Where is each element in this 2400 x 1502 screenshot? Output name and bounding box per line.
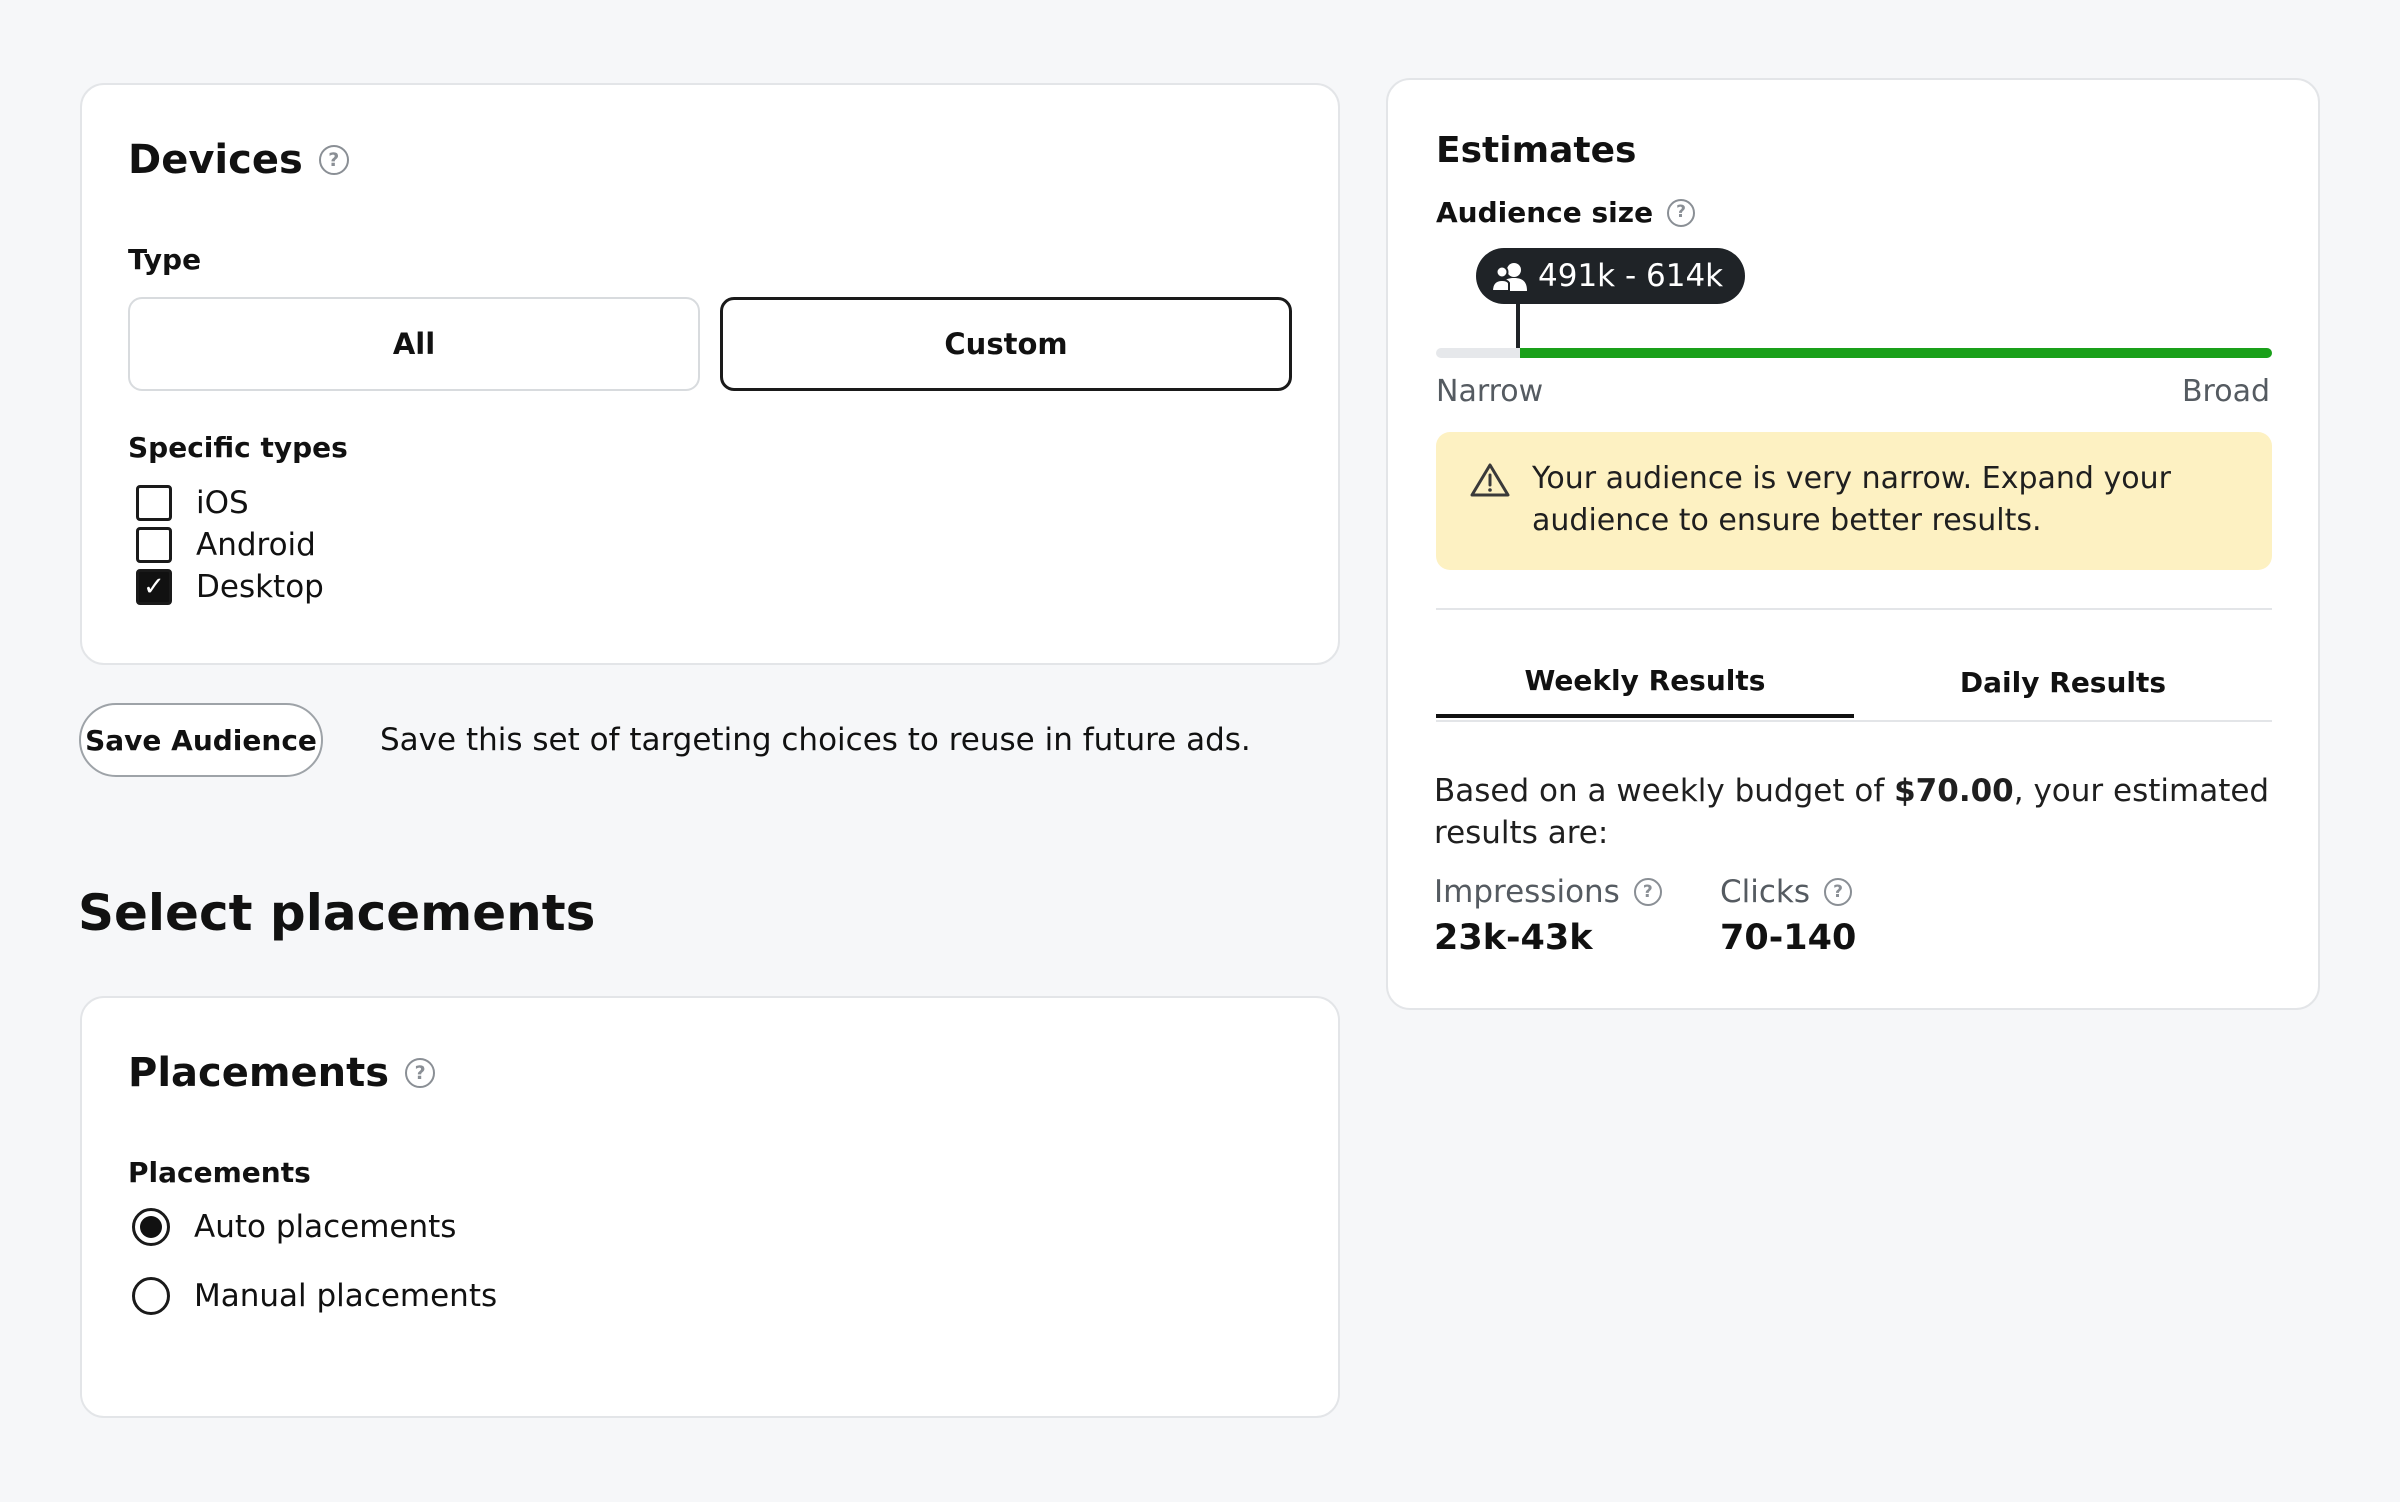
budget-suffix: , your estimated: [2013, 773, 2270, 809]
results-tabs: Weekly Results Daily Results: [1436, 646, 2272, 722]
tab-daily-results[interactable]: Daily Results: [1854, 646, 2272, 718]
devices-title-row: Devices ?: [128, 137, 349, 183]
type-all-button[interactable]: All: [128, 297, 700, 391]
impressions-label-row: Impressions ?: [1434, 874, 1662, 910]
android-checkbox[interactable]: [136, 527, 172, 563]
ios-checkbox-row[interactable]: iOS: [136, 485, 249, 521]
question-circle-icon[interactable]: ?: [1667, 198, 1696, 227]
metric-clicks: Clicks ? 70-140: [1720, 874, 1856, 958]
question-circle-icon[interactable]: ?: [1824, 878, 1853, 906]
type-custom-label: Custom: [944, 327, 1068, 361]
warning-line-1: Your audience is very narrow. Expand you…: [1532, 461, 2171, 496]
question-circle-icon[interactable]: ?: [1633, 878, 1662, 906]
android-label: Android: [196, 527, 316, 563]
desktop-label: Desktop: [196, 569, 324, 605]
save-audience-description: Save this set of targeting choices to re…: [380, 722, 1251, 758]
devices-title: Devices: [128, 137, 303, 183]
android-checkbox-row[interactable]: Android: [136, 527, 316, 563]
budget-prefix: Based on a weekly budget of: [1434, 773, 1895, 809]
manual-placements-option[interactable]: Manual placements: [132, 1277, 497, 1315]
warning-triangle-icon: [1470, 463, 1510, 497]
save-audience-label: Save Audience: [85, 723, 317, 757]
placements-title: Placements: [128, 1050, 390, 1096]
audience-warning-banner: Your audience is very narrow. Expand you…: [1436, 432, 2272, 570]
ios-checkbox[interactable]: [136, 485, 172, 521]
warning-text: Your audience is very narrow. Expand you…: [1532, 458, 2171, 542]
manual-placements-radio[interactable]: [132, 1277, 170, 1315]
tab-weekly-results[interactable]: Weekly Results: [1436, 646, 1854, 718]
save-audience-button[interactable]: Save Audience: [79, 703, 323, 777]
estimates-card: Estimates Audience size ? 491k - 614k Na…: [1386, 78, 2320, 1010]
select-placements-heading: Select placements: [78, 884, 596, 942]
tab-daily-label: Daily Results: [1959, 665, 2167, 699]
auto-placements-label: Auto placements: [194, 1209, 457, 1245]
meter-min-label: Narrow: [1436, 374, 1544, 409]
impressions-label: Impressions: [1434, 874, 1620, 910]
clicks-value: 70-140: [1720, 918, 1857, 958]
type-custom-button[interactable]: Custom: [720, 297, 1292, 391]
estimates-title: Estimates: [1436, 130, 1637, 171]
desktop-checkbox-row[interactable]: ✓ Desktop: [136, 569, 324, 605]
ios-label: iOS: [196, 485, 249, 521]
metric-impressions: Impressions ? 23k-43k: [1434, 874, 1662, 958]
desktop-checkbox[interactable]: ✓: [136, 569, 172, 605]
type-all-label: All: [392, 327, 436, 361]
users-icon: [1492, 263, 1527, 291]
audience-range-value: 491k - 614k: [1538, 258, 1724, 294]
warning-line-2: audience to ensure better results.: [1532, 503, 2042, 538]
placements-card: Placements ? Placements Auto placements …: [80, 996, 1340, 1418]
audience-meter-fill: [1519, 348, 2272, 358]
manual-placements-label: Manual placements: [194, 1278, 498, 1314]
specific-types-label: Specific types: [128, 431, 348, 464]
audience-size-label: Audience size: [1436, 196, 1654, 229]
type-label: Type: [128, 243, 202, 276]
budget-line-2: results are:: [1434, 815, 1609, 851]
question-circle-icon[interactable]: ?: [405, 1058, 436, 1088]
clicks-label-row: Clicks ?: [1720, 874, 1856, 910]
question-circle-icon[interactable]: ?: [318, 145, 349, 175]
budget-amount: $70.00: [1894, 773, 2014, 809]
placements-group-label: Placements: [128, 1156, 311, 1189]
meter-max-label: Broad: [2181, 374, 2270, 409]
checkmark-icon: ✓: [143, 572, 165, 602]
placements-title-row: Placements ?: [128, 1050, 436, 1096]
audience-size-row: Audience size ?: [1436, 196, 1696, 229]
budget-text: Based on a weekly budget of $70.00, your…: [1434, 770, 2269, 854]
tab-weekly-label: Weekly Results: [1524, 663, 1766, 697]
clicks-label: Clicks: [1720, 874, 1811, 910]
auto-placements-radio[interactable]: [132, 1208, 170, 1246]
budget-line-1: Based on a weekly budget of $70.00, your…: [1434, 770, 2269, 812]
devices-card: Devices ? Type All Custom Specific types…: [80, 83, 1340, 665]
audience-range-pill: 491k - 614k: [1476, 248, 1746, 304]
page-root: Devices ? Type All Custom Specific types…: [0, 0, 2400, 1502]
impressions-value: 23k-43k: [1434, 918, 1593, 958]
auto-placements-option[interactable]: Auto placements: [132, 1208, 456, 1246]
audience-meter-track: [1436, 348, 2272, 358]
estimates-divider: [1436, 608, 2272, 610]
